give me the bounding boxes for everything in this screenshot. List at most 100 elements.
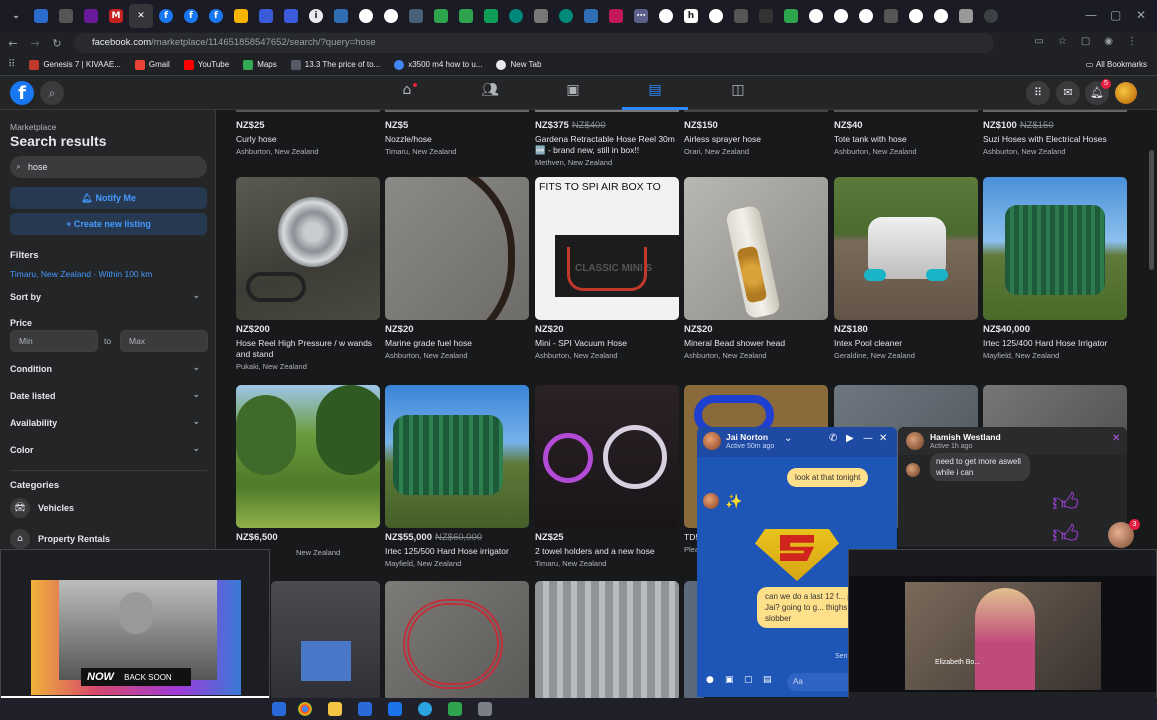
tab[interactable] (379, 4, 403, 28)
search-input[interactable]: ⌕ hose (10, 156, 207, 178)
bookmark-item[interactable]: New Tab (496, 59, 541, 70)
listing-card[interactable] (271, 581, 380, 701)
tab[interactable]: i (304, 4, 328, 28)
listing-card[interactable]: NZ$40 Tote tank with hose Ashburton, New… (834, 116, 978, 156)
tab[interactable] (279, 4, 303, 28)
close-window-icon[interactable]: ✕ (1136, 8, 1146, 22)
mic-icon[interactable]: ● (706, 675, 714, 685)
availability-dropdown[interactable]: Availability ⌄ (10, 417, 204, 428)
listing-card[interactable]: NZ$40,000 Irtec 125/400 Hard Hose Irriga… (983, 177, 1127, 360)
chat-header[interactable]: Jai Norton Active 50m ago ⌄ ✆ ▶ — ✕ (697, 427, 897, 457)
gif-icon[interactable]: ▤ (763, 675, 772, 685)
extensions-icon[interactable]: ▢ (1081, 36, 1090, 47)
condition-dropdown[interactable]: Condition ⌄ (10, 363, 204, 374)
tab[interactable] (579, 4, 603, 28)
price-max-input[interactable]: Max (120, 330, 208, 352)
menu-grid-icon[interactable]: ⠿ (1026, 81, 1050, 105)
bookmark-item[interactable]: YouTube (183, 59, 229, 70)
chevron-down-icon[interactable]: ⌄ (784, 433, 792, 444)
forward-icon[interactable]: → (24, 37, 46, 50)
tab[interactable] (804, 4, 828, 28)
tab[interactable] (904, 4, 928, 28)
tab[interactable] (54, 4, 78, 28)
date-listed-dropdown[interactable]: Date listed ⌄ (10, 390, 204, 401)
listing-card[interactable]: NZ$20 Marine grade fuel hose Ashburton, … (385, 177, 529, 360)
listing-card[interactable]: NZ$6,500 New Zealand (236, 385, 380, 557)
tab[interactable] (79, 4, 103, 28)
tab[interactable] (29, 4, 53, 28)
back-icon[interactable]: ← (2, 37, 24, 50)
sticker-icon[interactable]: ▢ (744, 675, 753, 685)
tab[interactable] (729, 4, 753, 28)
video-preview-left[interactable]: NOW BACK SOON (0, 549, 270, 714)
tab[interactable] (754, 4, 778, 28)
tab[interactable] (704, 4, 728, 28)
minimize-icon[interactable]: — (1085, 8, 1097, 22)
tab[interactable] (229, 4, 253, 28)
listing-card[interactable]: NZ$20 Mineral Bead shower head Ashburton… (684, 177, 828, 360)
facebook-logo-icon[interactable]: f (10, 81, 34, 105)
tab[interactable] (654, 4, 678, 28)
tab[interactable] (954, 4, 978, 28)
reload-icon[interactable]: ↻ (46, 37, 68, 50)
tab[interactable]: M (104, 4, 128, 28)
outlook-icon[interactable] (388, 702, 402, 716)
tab[interactable] (529, 4, 553, 28)
listing-card[interactable]: NZ$150 Airless sprayer hose Orari, New Z… (684, 116, 828, 156)
tab[interactable]: ⋯ (629, 4, 653, 28)
cast-icon[interactable]: ▭ (1034, 36, 1043, 47)
tab[interactable] (879, 4, 903, 28)
tab[interactable] (854, 4, 878, 28)
profile-icon[interactable]: ◉ (1104, 36, 1113, 47)
tab[interactable] (554, 4, 578, 28)
video-icon[interactable]: ▣ (558, 82, 588, 104)
listing-card[interactable]: FITS TO SPI AIR BOX TO CLASSIC MINI S NZ… (535, 177, 679, 360)
friends-icon[interactable]: 👥︎ (475, 82, 505, 104)
bookmark-item[interactable]: x3500 m4 how to u... (394, 59, 482, 70)
close-icon[interactable]: ✕ (879, 433, 887, 444)
price-min-input[interactable]: Min (10, 330, 98, 352)
tab[interactable]: h (679, 4, 703, 28)
close-icon[interactable]: ✕ (1112, 433, 1120, 444)
tab[interactable]: f (204, 4, 228, 28)
marketplace-icon[interactable]: ▤ (640, 82, 670, 104)
listing-card[interactable]: NZ$375 NZ$400 Gardena Retractable Hose Re… (535, 116, 679, 167)
messenger-icon[interactable]: ✉ (1056, 81, 1080, 105)
listing-card[interactable]: NZ$25 Curly hose Ashburton, New Zealand (236, 116, 380, 156)
category-vehicles[interactable]: 🚘︎ Vehicles (10, 498, 74, 518)
bookmark-item[interactable]: Genesis 7 | KIVAAE... (29, 59, 121, 70)
category-property-rentals[interactable]: ⌂ Property Rentals (10, 529, 110, 549)
telegram-icon[interactable] (418, 702, 432, 716)
tab[interactable] (354, 4, 378, 28)
listing-card[interactable]: NZ$25 2 towel holders and a new hose Tim… (535, 385, 679, 568)
location-filter-link[interactable]: Timaru, New Zealand · Within 100 km (10, 269, 152, 279)
minimize-icon[interactable]: — (863, 433, 873, 444)
tab-active-close[interactable]: ✕ (129, 4, 153, 28)
breadcrumb[interactable]: Marketplace (10, 122, 56, 132)
tab[interactable] (929, 4, 953, 28)
tab[interactable]: f (179, 4, 203, 28)
tab[interactable] (604, 4, 628, 28)
listing-card[interactable] (535, 581, 679, 701)
listing-card[interactable]: NZ$100 NZ$150 Suzi Hoses with Electrical … (983, 116, 1127, 156)
video-call-icon[interactable]: ▶ (846, 433, 854, 444)
menu-icon[interactable]: ⋮ (1127, 36, 1137, 47)
chrome-icon[interactable] (298, 702, 312, 716)
camera-icon[interactable] (478, 702, 492, 716)
home-icon[interactable]: ⌂ (392, 82, 422, 104)
maximize-icon[interactable]: ▢ (1110, 8, 1121, 22)
bookmark-item[interactable]: Maps (243, 59, 277, 70)
notify-me-button[interactable]: 🔔︎ Notify Me (10, 187, 207, 209)
listing-card[interactable]: NZ$180 Intex Pool cleaner Geraldine, New… (834, 177, 978, 360)
tab[interactable] (404, 4, 428, 28)
all-bookmarks-button[interactable]: ▭ All Bookmarks (1086, 60, 1147, 69)
bookmark-item[interactable]: 13.3 The price of to... (290, 59, 380, 70)
new-tab-button[interactable] (979, 4, 1003, 28)
listing-card[interactable] (385, 581, 529, 701)
gaming-icon[interactable]: ◫ (723, 82, 753, 104)
listing-card[interactable]: NZ$55,000 NZ$60,000 Irtec 125/500 Hard Ho… (385, 385, 529, 568)
apps-grid-icon[interactable]: ⠿ (8, 59, 15, 70)
phone-icon[interactable]: ✆ (829, 433, 837, 444)
url-field[interactable]: facebook.com/marketplace/114651858547652… (74, 33, 994, 53)
tab[interactable] (504, 4, 528, 28)
